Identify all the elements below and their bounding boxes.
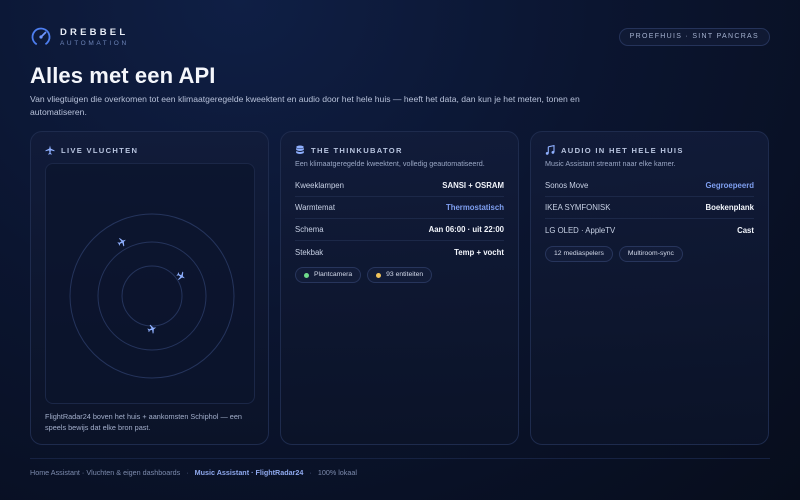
flight-radar[interactable]: [45, 163, 255, 404]
entities-chip[interactable]: 93 entiteiten: [367, 267, 433, 283]
status-dot-icon: [304, 272, 309, 278]
thinkubator-desc: Een klimaatgeregelde kweektent, volledig…: [295, 159, 485, 168]
flights-card: LIVE VLUCHTEN FlightRadar24 boven het hu…: [30, 131, 269, 445]
list-item: IKEA SYMFONISK Boekenplank: [545, 197, 754, 219]
footer-divider: [30, 458, 770, 459]
audio-chips: 12 mediaspelers Multiroom-sync: [545, 246, 683, 262]
row-value: Temp + vocht: [454, 247, 504, 257]
list-item: Kweeklampen SANSI + OSRAM: [295, 175, 504, 197]
audio-desc: Music Assistant streamt naar elke kamer.: [545, 159, 676, 168]
audio-title: AUDIO IN HET HELE HUIS: [561, 145, 684, 155]
airplane-icon: [45, 145, 55, 155]
chip-label: Multiroom-sync: [627, 250, 674, 257]
thinkubator-rows: Kweeklampen SANSI + OSRAM Warmtemat Ther…: [295, 175, 504, 263]
row-key: Schema: [295, 225, 324, 234]
thinkubator-chips: Plantcamera 93 entiteiten: [295, 267, 433, 283]
plane-icon[interactable]: [175, 270, 187, 282]
database-icon: [296, 145, 304, 154]
flights-card-title: LIVE VLUCHTEN: [45, 144, 138, 156]
row-key: Sonos Move: [545, 181, 589, 190]
row-key: Stekbak: [295, 247, 324, 257]
row-value: Boekenplank: [705, 203, 754, 212]
audio-card: AUDIO IN HET HELE HUIS Music Assistant s…: [530, 131, 769, 445]
row-key: LG OLED · AppleTV: [545, 225, 616, 235]
status-dot-icon: [376, 272, 382, 278]
list-item: Warmtemat Thermostatisch: [295, 197, 504, 219]
list-item: Schema Aan 06:00 · uit 22:00: [295, 219, 504, 241]
multiroom-chip[interactable]: Multiroom-sync: [618, 246, 683, 262]
chip-label: 93 entiteiten: [386, 271, 424, 278]
brand[interactable]: DREBBEL AUTOMATION: [60, 27, 129, 48]
audio-card-title: AUDIO IN HET HELE HUIS: [545, 144, 684, 156]
brand-name: DREBBEL: [60, 27, 129, 38]
row-value: Thermostatisch: [445, 203, 504, 212]
thinkubator-card: THE THINKUBATOR Een klimaatgeregelde kwe…: [280, 131, 519, 445]
row-value: SANSI + OSRAM: [442, 181, 504, 190]
location-badge: PROEFHUIS · SINT PANCRAS: [618, 28, 770, 46]
list-item: LG OLED · AppleTV Cast: [545, 219, 754, 241]
page-subtitle: Van vliegtuigen die overkomen tot een kl…: [30, 94, 580, 117]
audio-rows: Sonos Move Gegroepeerd IKEA SYMFONISK Bo…: [545, 175, 754, 241]
chip-label: Plantcamera: [314, 271, 353, 278]
gauge-logo-icon: [31, 27, 51, 47]
footer-highlight: Music Assistant · FlightRadar24: [194, 468, 304, 477]
thinkubator-title: THE THINKUBATOR: [311, 145, 403, 155]
brand-subtitle: AUTOMATION: [60, 40, 129, 47]
row-key: Kweeklampen: [295, 181, 344, 190]
chip-label: 12 mediaspelers: [554, 250, 604, 257]
flights-title: LIVE VLUCHTEN: [61, 145, 139, 155]
header: DREBBEL AUTOMATION PROEFHUIS · SINT PANC…: [30, 26, 770, 50]
footer-left: Home Assistant · Vluchten & eigen dashbo…: [30, 468, 181, 477]
plantcamera-chip[interactable]: Plantcamera: [295, 267, 362, 283]
row-value: Aan 06:00 · uit 22:00: [428, 225, 504, 234]
footer-separator: ·: [309, 468, 312, 477]
row-value: Gegroepeerd: [705, 181, 754, 190]
plane-icon[interactable]: [146, 323, 157, 334]
footer-separator: ·: [186, 468, 189, 477]
radar-rings: [69, 213, 235, 379]
row-key: IKEA SYMFONISK: [545, 203, 611, 212]
footer: Home Assistant · Vluchten & eigen dashbo…: [30, 468, 357, 477]
list-item: Sonos Move Gegroepeerd: [545, 175, 754, 197]
row-key: Warmtemat: [295, 203, 335, 212]
music-note-icon: [545, 145, 555, 155]
list-item: Stekbak Temp + vocht: [295, 241, 504, 263]
plane-icon[interactable]: [116, 236, 128, 248]
row-value: Cast: [737, 225, 754, 235]
mediaplayers-chip[interactable]: 12 mediaspelers: [545, 246, 613, 262]
footer-right: 100% lokaal: [317, 468, 357, 477]
thinkubator-card-title: THE THINKUBATOR: [295, 144, 403, 156]
page-title: Alles met een API: [30, 63, 216, 88]
flights-caption: FlightRadar24 boven het huis + aankomste…: [45, 412, 242, 432]
